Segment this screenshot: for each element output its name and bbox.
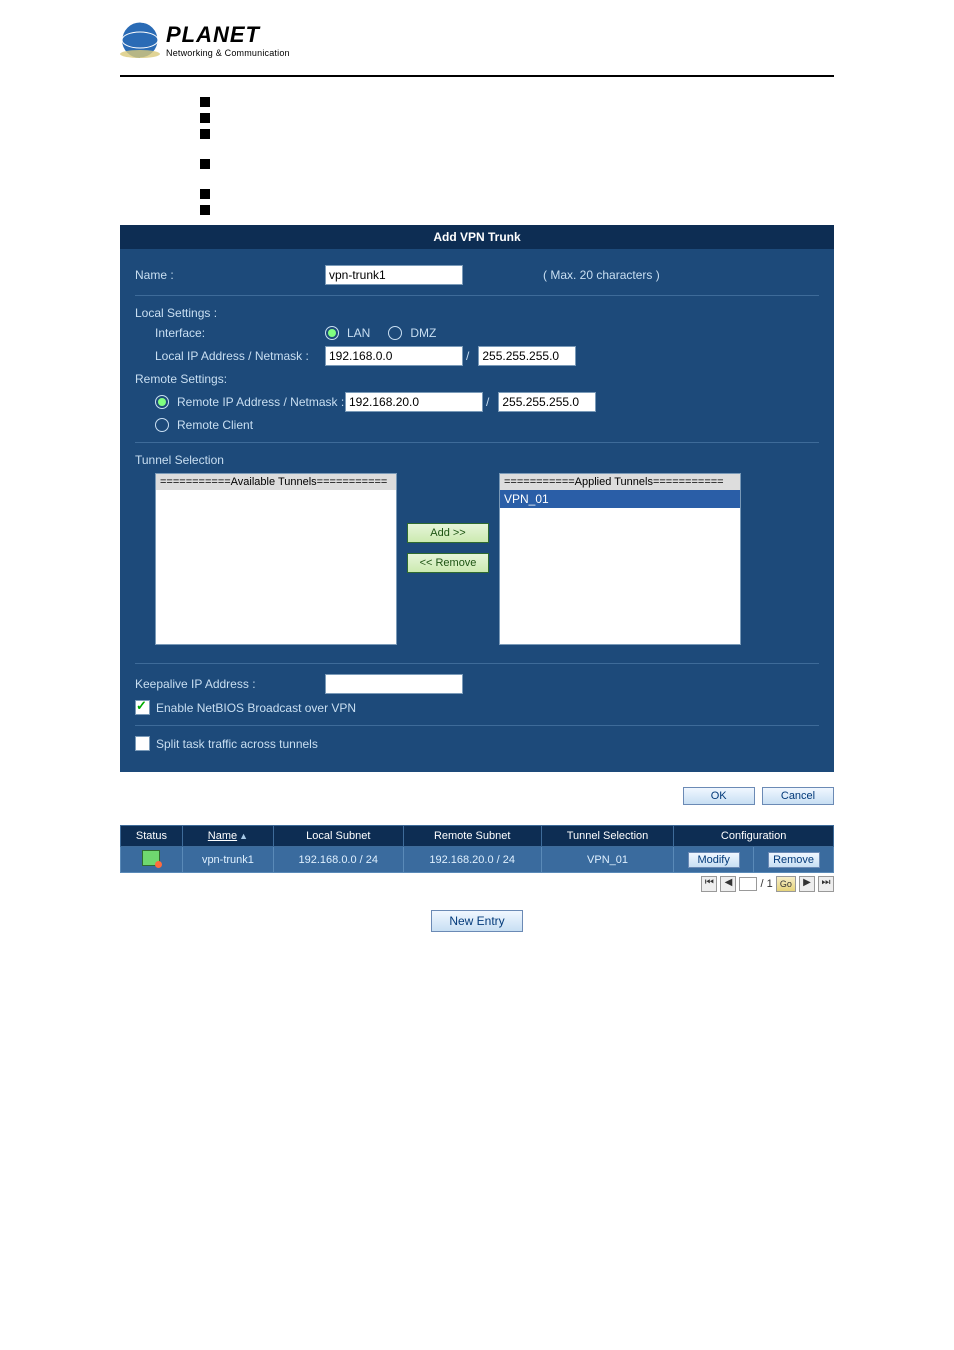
applied-tunnels-list[interactable]: ===========Applied Tunnels=========== VP… xyxy=(499,473,741,645)
pager-page-input[interactable] xyxy=(739,877,757,891)
col-local-subnet: Local Subnet xyxy=(273,826,403,847)
divider xyxy=(120,75,834,77)
brand-text: PLANET xyxy=(166,22,290,48)
remote-client-label: Remote Client xyxy=(177,418,253,432)
remote-client-radio[interactable] xyxy=(155,418,169,432)
panel-title: Add VPN Trunk xyxy=(120,225,834,249)
row-tunnel-selection: VPN_01 xyxy=(541,847,673,873)
pager-slash: / xyxy=(761,878,764,890)
pager-go-button[interactable]: Go xyxy=(776,876,796,892)
header: PLANET Networking & Communication xyxy=(0,0,954,70)
new-entry-button[interactable]: New Entry xyxy=(431,910,523,932)
remote-ip-label: Remote IP Address / Netmask : xyxy=(177,395,344,409)
logo: PLANET Networking & Communication xyxy=(120,20,954,60)
keepalive-label: Keepalive IP Address : xyxy=(135,677,325,691)
remote-mask-input[interactable] xyxy=(498,392,596,412)
remove-tunnel-button[interactable]: << Remove xyxy=(407,553,489,573)
interface-lan-label: LAN xyxy=(347,326,370,340)
bullet-block xyxy=(0,97,954,215)
local-ip-input[interactable] xyxy=(325,346,463,366)
bullet-icon xyxy=(200,205,210,215)
globe-icon xyxy=(120,20,160,60)
interface-label: Interface: xyxy=(135,326,325,340)
col-name-label[interactable]: Name xyxy=(208,830,237,842)
available-tunnels-list[interactable]: ===========Available Tunnels=========== xyxy=(155,473,397,645)
local-ip-label: Local IP Address / Netmask : xyxy=(135,349,325,363)
row-name: vpn-trunk1 xyxy=(182,847,273,873)
modify-button[interactable]: Modify xyxy=(688,852,740,868)
col-configuration: Configuration xyxy=(674,826,834,847)
pager-total: 1 xyxy=(767,878,773,890)
applied-tunnel-item[interactable]: VPN_01 xyxy=(500,490,740,508)
bullet-icon xyxy=(200,113,210,123)
status-active-icon xyxy=(142,850,160,866)
local-mask-input[interactable] xyxy=(478,346,576,366)
col-remote-subnet: Remote Subnet xyxy=(403,826,541,847)
interface-dmz-label: DMZ xyxy=(410,326,436,340)
col-status: Status xyxy=(121,826,183,847)
cancel-button[interactable]: Cancel xyxy=(762,787,834,805)
keepalive-input[interactable] xyxy=(325,674,463,694)
netbios-checkbox[interactable] xyxy=(135,700,150,715)
applied-tunnels-header: ===========Applied Tunnels=========== xyxy=(500,474,740,490)
pager-prev-button[interactable]: ◀ xyxy=(720,876,736,892)
max-chars-label: ( Max. 20 characters ) xyxy=(543,268,660,282)
ok-button[interactable]: OK xyxy=(683,787,755,805)
bullet-icon xyxy=(200,189,210,199)
pager-last-button[interactable]: ⏭ xyxy=(818,876,834,892)
add-vpn-trunk-panel: Add VPN Trunk Name : ( Max. 20 character… xyxy=(120,225,834,772)
row-remote-subnet: 192.168.20.0 / 24 xyxy=(403,847,541,873)
add-tunnel-button[interactable]: Add >> xyxy=(407,523,489,543)
available-tunnels-header: ===========Available Tunnels=========== xyxy=(156,474,396,490)
pager-first-button[interactable]: ⏮ xyxy=(701,876,717,892)
split-label: Split task traffic across tunnels xyxy=(156,737,318,751)
interface-lan-radio[interactable] xyxy=(325,326,339,340)
remove-button[interactable]: Remove xyxy=(768,852,820,868)
interface-dmz-radio[interactable] xyxy=(388,326,402,340)
pager: ⏮ ◀ / 1 Go ▶ ⏭ xyxy=(0,876,834,892)
table-row: vpn-trunk1 192.168.0.0 / 24 192.168.20.0… xyxy=(121,847,834,873)
name-input[interactable] xyxy=(325,265,463,285)
col-tunnel-selection: Tunnel Selection xyxy=(541,826,673,847)
split-checkbox[interactable] xyxy=(135,736,150,751)
pager-next-button[interactable]: ▶ xyxy=(799,876,815,892)
bullet-icon xyxy=(200,129,210,139)
row-local-subnet: 192.168.0.0 / 24 xyxy=(273,847,403,873)
remote-ip-input[interactable] xyxy=(345,392,483,412)
bullet-icon xyxy=(200,97,210,107)
sort-asc-icon: ▲ xyxy=(239,831,248,841)
tunnel-selection-label: Tunnel Selection xyxy=(135,453,819,467)
trunk-table: Status Name▲ Local Subnet Remote Subnet … xyxy=(120,825,834,873)
local-settings-label: Local Settings : xyxy=(135,306,217,320)
brand-tagline: Networking & Communication xyxy=(166,48,290,58)
netbios-label: Enable NetBIOS Broadcast over VPN xyxy=(156,701,356,715)
col-name[interactable]: Name▲ xyxy=(182,826,273,847)
remote-settings-label: Remote Settings: xyxy=(135,372,227,386)
bullet-icon xyxy=(200,159,210,169)
name-label: Name : xyxy=(135,268,325,282)
remote-ip-radio[interactable] xyxy=(155,395,169,409)
